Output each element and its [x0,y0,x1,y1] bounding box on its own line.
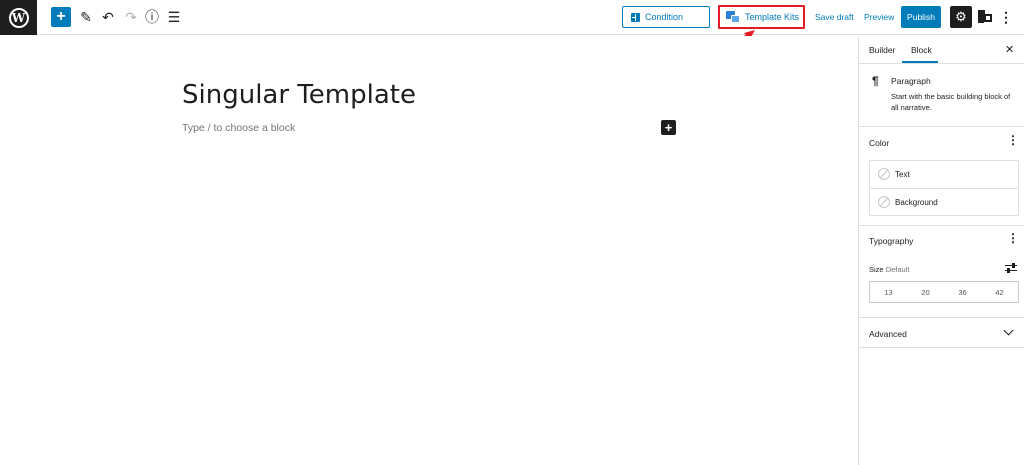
typography-options-button[interactable]: ⋮ [1007,232,1019,244]
redo-button[interactable]: ↷ [121,7,141,27]
close-icon: ✕ [1005,44,1015,56]
close-sidebar-button[interactable]: ✕ [1005,43,1014,56]
block-inserter-button[interactable]: + [51,7,71,27]
add-block-button[interactable]: + [661,120,676,135]
template-kits-label: Template Kits [745,12,800,22]
details-button[interactable]: ⓘ [142,7,162,27]
advanced-panel-toggle[interactable]: Advanced [859,318,1024,348]
wordpress-icon: W [8,7,29,28]
template-kits-icon [726,11,740,23]
tab-builder[interactable]: Builder [869,45,895,55]
condition-label: Condition [645,12,684,22]
empty-swatch-icon [878,168,890,180]
paragraph-icon: ¶ [872,74,879,88]
block-description: Start with the basic building block of a… [891,92,1011,112]
plugin-button[interactable] [977,7,993,27]
info-icon: ⓘ [145,9,159,25]
plus-icon: + [56,8,66,25]
more-options-button[interactable]: ⋮ [999,8,1013,26]
block-name: Paragraph [891,76,931,86]
more-vertical-icon: ⋮ [1007,231,1019,245]
editor-canvas[interactable]: Singular Template Type / to choose a blo… [0,36,858,465]
font-size-option[interactable]: 36 [944,282,981,302]
tab-block[interactable]: Block [911,45,932,55]
color-background-item[interactable]: Background [870,188,1018,215]
sidebar-tabs: Builder Block ✕ [859,36,1024,64]
chevron-down-icon [1003,325,1014,336]
settings-sidebar: Builder Block ✕ ¶ Paragraph Start with t… [858,36,1024,465]
color-background-label: Background [895,198,938,207]
plus-icon: + [664,120,673,135]
font-size-option[interactable]: 13 [870,282,907,302]
save-draft-button[interactable]: Save draft [815,12,854,22]
block-placeholder[interactable]: Type / to choose a block [182,122,295,134]
color-settings-list: Text Background [869,160,1019,216]
editor-header: W + ✎ ↶ ↷ ⓘ ☰ Condition Template Kits Sa… [0,0,1024,35]
size-label-text: Size [869,265,884,274]
condition-button[interactable]: Condition [622,6,710,28]
active-tab-indicator [902,61,938,63]
more-vertical-icon: ⋮ [1007,133,1019,147]
empty-swatch-icon [878,196,890,208]
redo-icon: ↷ [125,8,137,25]
undo-icon: ↶ [102,8,114,25]
preview-button[interactable]: Preview [864,12,894,22]
publish-button[interactable]: Publish [901,6,941,28]
custom-size-toggle[interactable] [1005,263,1017,273]
font-size-label: Size Default [869,265,909,274]
undo-button[interactable]: ↶ [98,7,118,27]
list-view-button[interactable]: ☰ [164,7,184,27]
size-value: Default [885,265,910,274]
post-title[interactable]: Singular Template [182,80,416,110]
list-view-icon: ☰ [167,8,181,25]
font-size-picker: 13 20 36 42 [869,281,1019,303]
font-size-option[interactable]: 42 [981,282,1018,302]
color-text-label: Text [895,170,910,179]
typography-panel-title: Typography [869,236,914,246]
advanced-panel-title: Advanced [869,329,907,339]
color-panel: Color ⋮ Text Background [859,128,1024,226]
color-text-item[interactable]: Text [870,161,1018,188]
settings-button[interactable]: ⚙ [950,6,972,28]
template-kits-button[interactable]: Template Kits [718,5,805,29]
more-vertical-icon: ⋮ [999,8,1013,25]
gear-icon: ⚙ [955,9,967,24]
pencil-icon: ✎ [80,8,92,25]
condition-icon [631,12,640,22]
wordpress-logo-button[interactable]: W [0,0,37,35]
color-options-button[interactable]: ⋮ [1007,134,1019,146]
color-panel-title: Color [869,138,890,148]
typography-panel: Typography ⋮ Size Default 13 20 36 42 [859,226,1024,318]
font-size-option[interactable]: 20 [907,282,944,302]
tools-button[interactable]: ✎ [76,7,96,27]
